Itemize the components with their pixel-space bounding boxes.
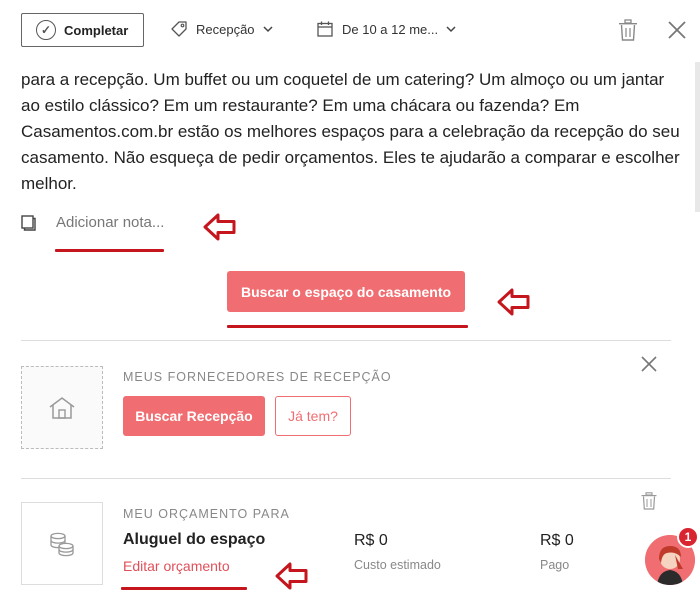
task-toolbar: ✓ Completar Recepção De 10 a 12 me... [0, 0, 700, 62]
category-dropdown[interactable]: Recepção [170, 20, 273, 38]
providers-section-label: MEUS FORNECEDORES DE RECEPÇÃO [123, 370, 392, 384]
search-reception-button[interactable]: Buscar Recepção [123, 396, 265, 436]
house-icon [49, 396, 75, 419]
search-venue-button[interactable]: Buscar o espaço do casamento [227, 271, 465, 312]
complete-button[interactable]: ✓ Completar [21, 13, 144, 47]
provider-placeholder-thumb [21, 366, 103, 449]
estimated-cost-label: Custo estimado [354, 558, 441, 572]
arrow-left-icon [497, 288, 530, 316]
check-circle-icon: ✓ [36, 20, 56, 40]
arrow-left-icon [275, 562, 308, 590]
task-description: para a recepção. Um buffet ou um coquete… [21, 70, 680, 193]
add-note-placeholder[interactable]: Adicionar nota... [56, 214, 164, 231]
arrow-left-icon [203, 213, 236, 241]
already-have-button[interactable]: Já tem? [275, 396, 351, 436]
calendar-icon [317, 21, 333, 37]
date-dropdown[interactable]: De 10 a 12 me... [316, 20, 456, 38]
tag-icon [171, 21, 187, 37]
budget-section-label: MEU ORÇAMENTO PARA [123, 507, 290, 521]
annotation-underline [55, 249, 164, 252]
chevron-down-icon [446, 26, 456, 33]
complete-label: Completar [64, 22, 129, 38]
add-note-row[interactable]: Adicionar nota... [21, 214, 164, 231]
budget-item-title: Aluguel do espaço [123, 531, 266, 548]
trash-icon[interactable] [618, 19, 638, 41]
close-icon[interactable] [640, 355, 658, 373]
trash-icon[interactable] [640, 492, 658, 510]
divider [21, 478, 671, 479]
coins-icon [50, 532, 74, 556]
annotation-underline [227, 325, 468, 328]
paid-label: Pago [540, 558, 570, 572]
note-icon [21, 214, 36, 231]
close-icon[interactable] [666, 19, 688, 41]
budget-thumb [21, 502, 103, 585]
chevron-down-icon [263, 26, 273, 33]
edit-budget-link[interactable]: Editar orçamento [123, 558, 230, 574]
notification-badge: 1 [677, 526, 699, 548]
divider [21, 340, 671, 341]
paid-value: R$ 0 [540, 532, 574, 549]
date-label: De 10 a 12 me... [342, 21, 439, 37]
annotation-underline [121, 587, 247, 590]
estimated-cost-value: R$ 0 [354, 532, 388, 549]
scrollbar[interactable] [695, 62, 700, 212]
category-label: Recepção [196, 21, 255, 37]
